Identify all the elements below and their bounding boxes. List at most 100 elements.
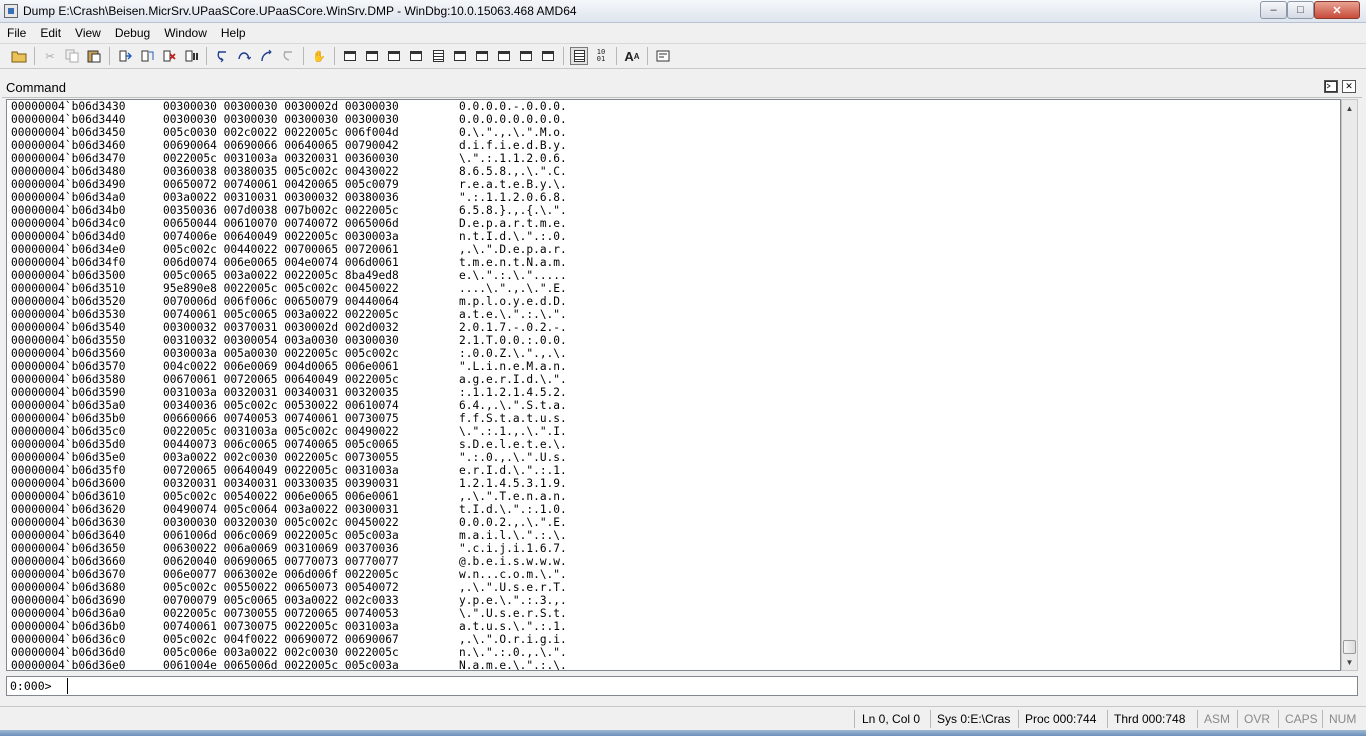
memory-window-icon[interactable]: [429, 47, 447, 65]
memory-address: 00000004`b06d3650: [11, 542, 126, 555]
memory-address: 00000004`b06d3520: [11, 295, 126, 308]
status-bar: Ln 0, Col 0 Sys 0:E:\Cras Proc 000:744 T…: [0, 706, 1366, 730]
memory-ascii: 2.1.T.0.0.:.0.0.: [459, 334, 567, 347]
memory-hex-values: 00310032 00300054 003a0030 00300030: [163, 334, 399, 347]
run-to-cursor-icon[interactable]: [279, 47, 297, 65]
memory-ascii: 0.0.0.0.-.0.0.0.: [459, 100, 567, 113]
memory-row: 00000004`b06d3590 0031003a 00320031 00340…: [11, 386, 567, 399]
memory-address: 00000004`b06d3670: [11, 568, 126, 581]
memory-row: 00000004`b06d3640 0061006d 006c0069 00220…: [11, 529, 567, 542]
step-out-icon[interactable]: [257, 47, 275, 65]
toolbar-separator: [616, 47, 617, 65]
memory-ascii: 0.0.0.0.0.0.0.0.: [459, 113, 567, 126]
memory-row: 00000004`b06d35c0 0022005c 0031003a 005c0…: [11, 425, 567, 438]
output-scrollbar[interactable]: ▲ ▼: [1341, 99, 1358, 671]
restart-icon[interactable]: [138, 47, 156, 65]
memory-address: 00000004`b06d3630: [11, 516, 126, 529]
open-folder-icon[interactable]: [10, 47, 28, 65]
memory-hex-values: 00650072 00740061 00420065 005c0079: [163, 178, 399, 191]
menu-help[interactable]: Help: [214, 26, 253, 40]
close-button[interactable]: ✕: [1314, 1, 1360, 19]
paste-icon[interactable]: [85, 47, 103, 65]
menu-view[interactable]: View: [68, 26, 108, 40]
toolbar-separator: [563, 47, 564, 65]
minimize-button[interactable]: –: [1260, 1, 1287, 19]
memory-address: 00000004`b06d3590: [11, 386, 126, 399]
options-icon[interactable]: [654, 47, 672, 65]
status-divider: [854, 710, 855, 728]
scroll-thumb[interactable]: [1343, 640, 1356, 654]
menu-file[interactable]: File: [0, 26, 33, 40]
dock-window-icon[interactable]: [1324, 80, 1338, 93]
memory-ascii: ,.\.".O.r.i.g.i.: [459, 633, 567, 646]
close-window-icon[interactable]: ✕: [1342, 80, 1356, 93]
copy-icon[interactable]: [63, 47, 81, 65]
memory-address: 00000004`b06d34a0: [11, 191, 126, 204]
memory-row: 00000004`b06d34a0 003a0022 00310031 00300…: [11, 191, 567, 204]
processes-threads-icon[interactable]: [517, 47, 535, 65]
memory-row: 00000004`b06d36d0 005c006e 003a0022 002c0…: [11, 646, 567, 659]
source-mode-icon[interactable]: [539, 47, 557, 65]
window-title: Dump E:\Crash\Beisen.MicrSrv.UPaaSCore.U…: [23, 4, 577, 18]
hand-icon[interactable]: ✋: [310, 47, 328, 65]
memory-row: 00000004`b06d3560 0030003a 005a0030 00220…: [11, 347, 567, 360]
memory-hex-values: 005c002c 00550022 00650073 00540072: [163, 581, 399, 594]
menu-debug[interactable]: Debug: [108, 26, 157, 40]
memory-row: 00000004`b06d3540 00300032 00370031 00300…: [11, 321, 567, 334]
memory-row: 00000004`b06d3660 00620040 00690065 00770…: [11, 555, 567, 568]
toolbar: ✂ ✋ 10 01 AA: [0, 43, 1366, 69]
memory-ascii: @.b.e.i.s.w.w.w.: [459, 555, 567, 568]
menu-edit[interactable]: Edit: [33, 26, 68, 40]
memory-row: 00000004`b06d3450 005c0030 002c0022 00220…: [11, 126, 567, 139]
scratch-pad-icon[interactable]: [495, 47, 513, 65]
memory-row: 00000004`b06d34e0 005c002c 00440022 00700…: [11, 243, 567, 256]
memory-ascii: f.f.S.t.a.t.u.s.: [459, 412, 567, 425]
memory-ascii: ....\.".,.\.".E.: [459, 282, 567, 295]
memory-hex-values: 0031003a 00320031 00340031 00320035: [163, 386, 399, 399]
command-input[interactable]: [67, 678, 1352, 694]
scroll-up-icon[interactable]: ▲: [1342, 100, 1357, 116]
call-stack-window-icon[interactable]: [451, 47, 469, 65]
scroll-down-icon[interactable]: ▼: [1342, 654, 1357, 670]
memory-hex-values: 0030003a 005a0030 0022005c 005c002c: [163, 347, 399, 360]
memory-hex-values: 0022005c 0031003a 005c002c 00490022: [163, 425, 399, 438]
memory-ascii: t.I.d.\.".:.1.0.: [459, 503, 567, 516]
memory-row: 00000004`b06d3670 006e0077 0063002e 006d0…: [11, 568, 567, 581]
windbg-app-icon[interactable]: [4, 4, 18, 18]
watch-window-icon[interactable]: [363, 47, 381, 65]
status-sys: Sys 0:E:\Cras: [937, 712, 1011, 726]
memory-address: 00000004`b06d36b0: [11, 620, 126, 633]
step-over-icon[interactable]: [235, 47, 253, 65]
stop-debugging-icon[interactable]: [160, 47, 178, 65]
memory-address: 00000004`b06d36e0: [11, 659, 126, 671]
memory-ascii: N.a.m.e.\.".:.\.: [459, 659, 567, 671]
memory-address: 00000004`b06d3470: [11, 152, 126, 165]
step-into-icon[interactable]: [213, 47, 231, 65]
memory-row: 00000004`b06d35b0 00660066 00740053 00740…: [11, 412, 567, 425]
cut-icon[interactable]: ✂: [41, 47, 59, 65]
memory-address: 00000004`b06d3450: [11, 126, 126, 139]
memory-hex-values: 005c002c 004f0022 00690072 00690067: [163, 633, 399, 646]
memory-hex-values: 0074006e 00640049 0022005c 0030003a: [163, 230, 399, 243]
font-icon[interactable]: AA: [623, 47, 641, 65]
registers-window-icon[interactable]: [407, 47, 425, 65]
command-window-icon[interactable]: [341, 47, 359, 65]
memory-hex-values: 003a0022 00310031 00300032 00380036: [163, 191, 399, 204]
hex-mode-icon[interactable]: 10 01: [592, 47, 610, 65]
go-icon[interactable]: [116, 47, 134, 65]
disassembly-window-icon[interactable]: [473, 47, 491, 65]
maximize-button[interactable]: □: [1287, 1, 1314, 19]
break-icon[interactable]: [182, 47, 200, 65]
memory-address: 00000004`b06d35c0: [11, 425, 126, 438]
memory-ascii: a.t.u.s.\.".:.1.: [459, 620, 567, 633]
font-icon-glyph: A: [624, 48, 634, 64]
memory-hex-values: 00670061 00720065 00640049 0022005c: [163, 373, 399, 386]
command-output[interactable]: 00000004`b06d3430 00300030 00300030 00300…: [6, 99, 1341, 671]
menu-window[interactable]: Window: [157, 26, 214, 40]
memory-address: 00000004`b06d3480: [11, 165, 126, 178]
memory-row: 00000004`b06d3620 00490074 005c0064 003a0…: [11, 503, 567, 516]
memory-row: 00000004`b06d36e0 0061004e 0065006d 00220…: [11, 659, 567, 671]
locals-window-icon[interactable]: [385, 47, 403, 65]
memory-address: 00000004`b06d3460: [11, 139, 126, 152]
source-mode-toggle-icon[interactable]: [570, 47, 588, 65]
